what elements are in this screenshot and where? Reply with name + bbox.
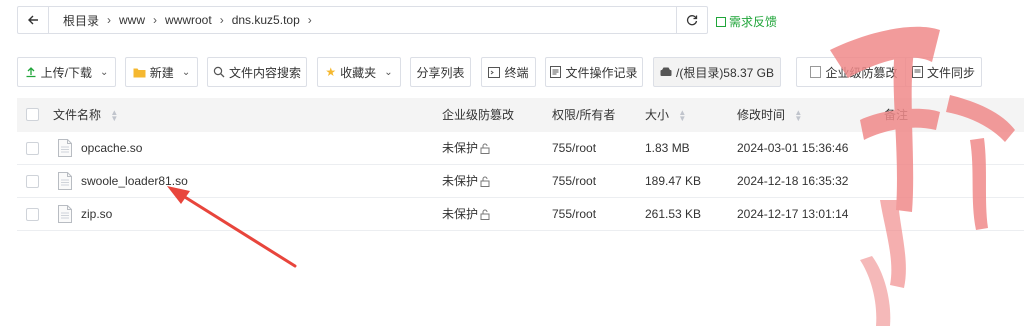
column-permission-label: 权限/所有者 — [552, 108, 616, 122]
toolbar: 上传/下载 ⌄ 新建 ⌄ 文件内容搜索 ★ 收藏夹 ⌄ 分享列表 终端 文件操作… — [17, 57, 1024, 87]
new-button[interactable]: 新建 ⌄ — [125, 57, 198, 87]
file-name[interactable]: swoole_loader81.so — [81, 165, 188, 198]
protection-label: 未保护 — [442, 174, 479, 188]
column-name-label: 文件名称 — [53, 108, 102, 122]
back-button[interactable] — [18, 7, 49, 33]
search-content-button[interactable]: 文件内容搜索 — [207, 57, 307, 87]
disk-button[interactable]: /(根目录)58.37 GB — [653, 57, 781, 87]
refresh-icon — [686, 15, 698, 26]
unlock-icon — [480, 143, 490, 155]
breadcrumb-root[interactable]: 根目录 — [57, 12, 105, 29]
upload-download-label: 上传/下载 — [40, 65, 92, 80]
document-icon — [810, 66, 822, 78]
star-icon: ★ — [325, 65, 337, 79]
terminal-label: 终端 — [504, 65, 529, 80]
upload-download-button[interactable]: 上传/下载 ⌄ — [17, 57, 116, 87]
protection-status[interactable]: 未保护 — [442, 198, 490, 231]
feedback-link[interactable]: 需求反馈 — [716, 13, 777, 30]
breadcrumb-www[interactable]: www — [113, 13, 151, 27]
protection-label: 未保护 — [442, 207, 479, 221]
folder-icon — [133, 68, 146, 77]
column-modified-label: 修改时间 — [737, 108, 786, 122]
row-checkbox[interactable] — [26, 175, 39, 188]
file-sync-button[interactable]: 文件同步 — [905, 57, 982, 87]
breadcrumb-site[interactable]: dns.kuz5.top — [226, 13, 306, 27]
column-name-header[interactable]: 文件名称 ▲ ▼ — [53, 98, 118, 132]
favorites-button[interactable]: ★ 收藏夹 ⌄ — [317, 57, 401, 87]
new-label: 新建 — [149, 65, 174, 80]
column-remark-header: 备注 — [884, 98, 908, 132]
breadcrumb: 根目录 › www › wwwroot › dns.kuz5.top › — [49, 12, 676, 29]
column-modified-header[interactable]: 修改时间 ▲ ▼ — [737, 98, 802, 132]
modified-value: 2024-12-18 16:35:32 — [737, 174, 849, 188]
disk-label: /(根目录)58.37 GB — [675, 65, 775, 80]
chevron-down-icon: ⌄ — [384, 66, 393, 78]
document-icon — [911, 66, 923, 78]
column-size-header[interactable]: 大小 ▲ ▼ — [645, 98, 686, 132]
row-checkbox[interactable] — [26, 208, 39, 221]
search-content-label: 文件内容搜索 — [228, 65, 301, 80]
protection-status[interactable]: 未保护 — [442, 132, 490, 165]
sort-icon: ▲ ▼ — [110, 107, 119, 123]
chevron-right-icon: › — [107, 13, 112, 27]
feedback-icon — [716, 16, 726, 27]
column-protection-label: 企业级防篡改 — [442, 108, 515, 122]
file-icon — [58, 139, 72, 157]
terminal-button[interactable]: 终端 — [481, 57, 536, 87]
unlock-icon — [480, 176, 490, 188]
favorites-label: 收藏夹 — [340, 65, 377, 80]
chevron-right-icon: › — [219, 13, 224, 27]
size-value: 189.47 KB — [645, 174, 702, 188]
protection-label: 未保护 — [442, 141, 479, 155]
sort-icon: ▲ ▼ — [794, 107, 803, 123]
tamper-proof-button[interactable]: 企业级防篡改 — [796, 57, 912, 87]
terminal-icon — [488, 66, 501, 78]
refresh-button[interactable] — [676, 7, 707, 33]
protection-status[interactable]: 未保护 — [442, 165, 490, 198]
file-name[interactable]: opcache.so — [81, 132, 142, 165]
operation-log-button[interactable]: 文件操作记录 — [545, 57, 643, 87]
tamper-proof-label: 企业级防篡改 — [825, 65, 898, 80]
modified-value: 2024-03-01 15:36:46 — [737, 141, 849, 155]
chevron-right-icon: › — [307, 13, 312, 27]
column-remark-label: 备注 — [884, 108, 909, 122]
document-icon — [550, 66, 562, 78]
chevron-right-icon: › — [153, 13, 158, 27]
share-list-label: 分享列表 — [416, 65, 465, 80]
select-all-checkbox[interactable] — [26, 108, 39, 121]
table-row[interactable]: swoole_loader81.so 未保护 755/root 189.47 K… — [17, 165, 1024, 198]
operation-log-label: 文件操作记录 — [565, 65, 638, 80]
path-bar: 根目录 › www › wwwroot › dns.kuz5.top › — [17, 6, 708, 34]
table-row[interactable]: zip.so 未保护 755/root 261.53 KB 2024-12-17… — [17, 198, 1024, 231]
file-icon — [58, 172, 72, 190]
upload-icon — [26, 67, 36, 78]
row-checkbox[interactable] — [26, 142, 39, 155]
search-icon — [213, 66, 225, 78]
file-icon — [58, 205, 72, 223]
permission-value[interactable]: 755/root — [552, 165, 596, 198]
arrow-left-icon — [28, 15, 38, 25]
column-size-label: 大小 — [645, 108, 670, 122]
size-value: 1.83 MB — [645, 141, 690, 155]
file-name[interactable]: zip.so — [81, 198, 112, 231]
column-permission-header: 权限/所有者 — [552, 98, 615, 132]
column-protection-header: 企业级防篡改 — [442, 98, 514, 132]
size-value: 261.53 KB — [645, 207, 702, 221]
hard-drive-icon — [660, 67, 672, 76]
feedback-label: 需求反馈 — [729, 15, 778, 29]
chevron-down-icon: ⌄ — [99, 66, 109, 78]
share-list-button[interactable]: 分享列表 — [410, 57, 471, 87]
breadcrumb-wwwroot[interactable]: wwwroot — [159, 13, 218, 27]
chevron-down-icon: ⌄ — [181, 66, 191, 78]
modified-value: 2024-12-17 13:01:14 — [737, 207, 849, 221]
table-row[interactable]: opcache.so 未保护 755/root 1.83 MB 2024-03-… — [17, 132, 1024, 165]
sort-icon: ▲ ▼ — [678, 107, 687, 123]
permission-value[interactable]: 755/root — [552, 198, 596, 231]
file-sync-label: 文件同步 — [926, 65, 975, 80]
permission-value[interactable]: 755/root — [552, 132, 596, 165]
unlock-icon — [480, 209, 490, 221]
table-header: 文件名称 ▲ ▼ 企业级防篡改 权限/所有者 大小 ▲ ▼ 修改时间 ▲ ▼ 备注 — [17, 98, 1024, 132]
